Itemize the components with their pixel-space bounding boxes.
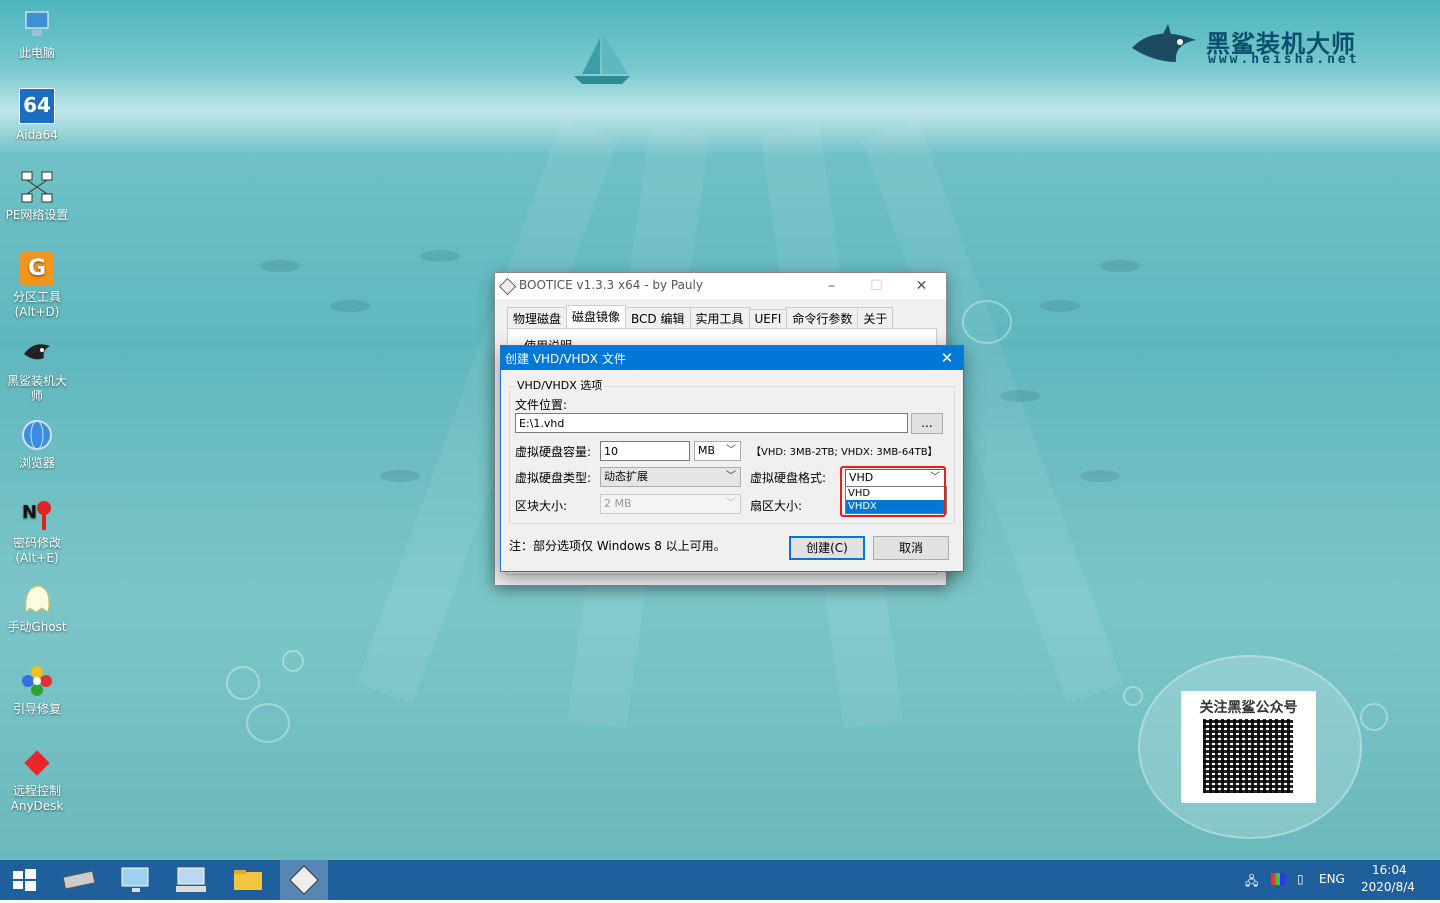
shark-logo-icon: [1130, 22, 1200, 72]
tab-utilities[interactable]: 实用工具: [689, 307, 750, 329]
browser-icon: [20, 418, 54, 452]
capacity-unit-value: MB: [698, 444, 716, 457]
desktop-icon-label: PE网络设置: [5, 208, 69, 222]
minimize-button[interactable]: –: [809, 273, 854, 299]
desktop-icon-partition-tool[interactable]: G 分区工具 (Alt+D): [0, 252, 74, 320]
tab-command-line[interactable]: 命令行参数: [786, 307, 859, 329]
group-label: VHD/VHDX 选项: [515, 377, 605, 393]
anydesk-icon: [20, 746, 54, 780]
network-icon: [20, 170, 54, 204]
block-size-select[interactable]: 2 MB ﹀: [600, 494, 741, 514]
type-value: 动态扩展: [604, 470, 648, 483]
network-tray-icon[interactable]: 🖧: [1245, 872, 1258, 893]
boot-repair-icon: [20, 664, 54, 698]
capacity-label: 虚拟硬盘容量:: [515, 445, 592, 459]
keyboard-icon[interactable]: [168, 860, 216, 900]
desktop-icon-label: 分区工具 (Alt+D): [12, 290, 61, 319]
create-vhd-dialog: 创建 VHD/VHDX 文件 ✕ VHD/VHDX 选项 文件位置: E:\1.…: [500, 345, 964, 572]
brand-logo: 黑鲨装机大师 www.heisha.net: [1130, 20, 1400, 80]
format-highlight-box: [840, 466, 946, 517]
partition-tool-icon: G: [20, 252, 54, 286]
qr-panel: 关注黑鲨公众号: [1181, 691, 1316, 803]
chevron-down-icon: ﹀: [726, 445, 736, 456]
desktop-icon-password[interactable]: N 密码修改 (Alt+E): [0, 498, 74, 566]
usb-tray-icon[interactable]: ▯: [1297, 872, 1304, 886]
capacity-unit-select[interactable]: MB ﹀: [694, 441, 741, 461]
network-settings-icon[interactable]: [112, 860, 160, 900]
cancel-button[interactable]: 取消: [873, 536, 949, 560]
tab-bcd-edit[interactable]: BCD 编辑: [625, 307, 691, 329]
chevron-down-icon: ﹀: [726, 498, 736, 509]
clock-time[interactable]: 16:04: [1372, 863, 1407, 877]
desktop-icon-browser[interactable]: 浏览器: [0, 418, 74, 471]
tab-about[interactable]: 关于: [857, 307, 894, 329]
desktop-icon-ghost[interactable]: 手动Ghost: [0, 582, 74, 635]
svg-text:N: N: [22, 502, 37, 523]
clock-date[interactable]: 2020/8/4: [1361, 880, 1415, 894]
desktop-icon-heisha[interactable]: 黑鲨装机大 师: [0, 336, 74, 404]
ghost-icon: [20, 582, 54, 616]
desktop-icon-this-pc[interactable]: 此电脑: [0, 8, 74, 61]
desktop-icon-label: 手动Ghost: [7, 620, 67, 634]
password-icon: N: [20, 498, 54, 532]
desktop-icon-aida64[interactable]: 64 Aida64: [0, 88, 74, 143]
desktop-icon-label: 此电脑: [18, 46, 55, 60]
desktop-icon-boot-repair[interactable]: 引导修复: [0, 664, 74, 717]
desktop-icon-label: 黑鲨装机大 师: [6, 374, 67, 403]
desktop-icon-pe-network[interactable]: PE网络设置: [0, 170, 74, 223]
create-button[interactable]: 创建(C): [789, 536, 865, 560]
type-label: 虚拟硬盘类型:: [515, 471, 592, 485]
maximize-button[interactable]: ☐: [854, 273, 899, 299]
bootice-title: BOOTICE v1.3.3 x64 - by Pauly: [519, 278, 703, 292]
qr-code-icon: [1203, 719, 1293, 793]
desktop-icon-label: 密码修改 (Alt+E): [12, 536, 61, 565]
desktop-icon-label: 引导修复: [12, 702, 61, 716]
sector-size-label: 扇区大小:: [750, 499, 803, 513]
qr-title: 关注黑鲨公众号: [1199, 700, 1298, 716]
desktop-icon-label: 远程控制 AnyDesk: [10, 784, 64, 813]
shark-icon: [20, 336, 54, 370]
browse-button[interactable]: ...: [911, 413, 943, 434]
bootice-tabs: 物理磁盘 磁盘镜像 BCD 编辑 实用工具 UEFI 命令行参数 关于: [507, 305, 894, 329]
close-button[interactable]: ✕: [899, 273, 944, 299]
bootice-app-icon: [499, 278, 516, 295]
file-location-label: 文件位置:: [515, 398, 568, 412]
capacity-input[interactable]: 10: [600, 441, 690, 461]
desktop-icon-label: Aida64: [16, 128, 58, 142]
tab-uefi[interactable]: UEFI: [748, 309, 788, 328]
capacity-hint: 【VHD: 3MB-2TB; VHDX: 3MB-64TB】: [751, 447, 938, 458]
aida64-icon: 64: [19, 88, 55, 124]
file-location-input[interactable]: E:\1.vhd: [515, 413, 908, 433]
desktop-icon-label: 浏览器: [18, 456, 55, 470]
brand-url: www.heisha.net: [1208, 52, 1360, 67]
folder-icon[interactable]: [224, 860, 272, 900]
block-size-label: 区块大小:: [515, 499, 568, 513]
language-indicator[interactable]: ENG: [1319, 872, 1345, 886]
chevron-down-icon: ﹀: [726, 471, 736, 482]
start-button[interactable]: [0, 860, 48, 900]
bootice-icon[interactable]: [280, 860, 328, 900]
computer-icon: [20, 8, 54, 42]
tab-disk-image[interactable]: 磁盘镜像: [566, 305, 627, 329]
display-tray-icon[interactable]: [1271, 873, 1285, 885]
note-text: 注：部分选项仅 Windows 8 以上可用。: [509, 539, 726, 553]
dialog-titlebar[interactable]: 创建 VHD/VHDX 文件 ✕: [501, 346, 963, 370]
drive-icon[interactable]: [54, 860, 102, 900]
bootice-titlebar[interactable]: BOOTICE v1.3.3 x64 - by Pauly – ☐ ✕: [495, 273, 946, 299]
type-select[interactable]: 动态扩展 ﹀: [600, 467, 741, 487]
dialog-title: 创建 VHD/VHDX 文件: [505, 352, 626, 366]
block-size-value: 2 MB: [604, 497, 632, 510]
tab-physical-disk[interactable]: 物理磁盘: [507, 307, 568, 329]
taskbar: 🖧 ▯ ENG 16:04 2020/8/4: [0, 860, 1440, 900]
sailboat-icon: [572, 30, 632, 84]
dialog-close-button[interactable]: ✕: [931, 346, 963, 370]
desktop-icon-anydesk[interactable]: 远程控制 AnyDesk: [0, 746, 74, 814]
format-label: 虚拟硬盘格式:: [750, 471, 827, 485]
